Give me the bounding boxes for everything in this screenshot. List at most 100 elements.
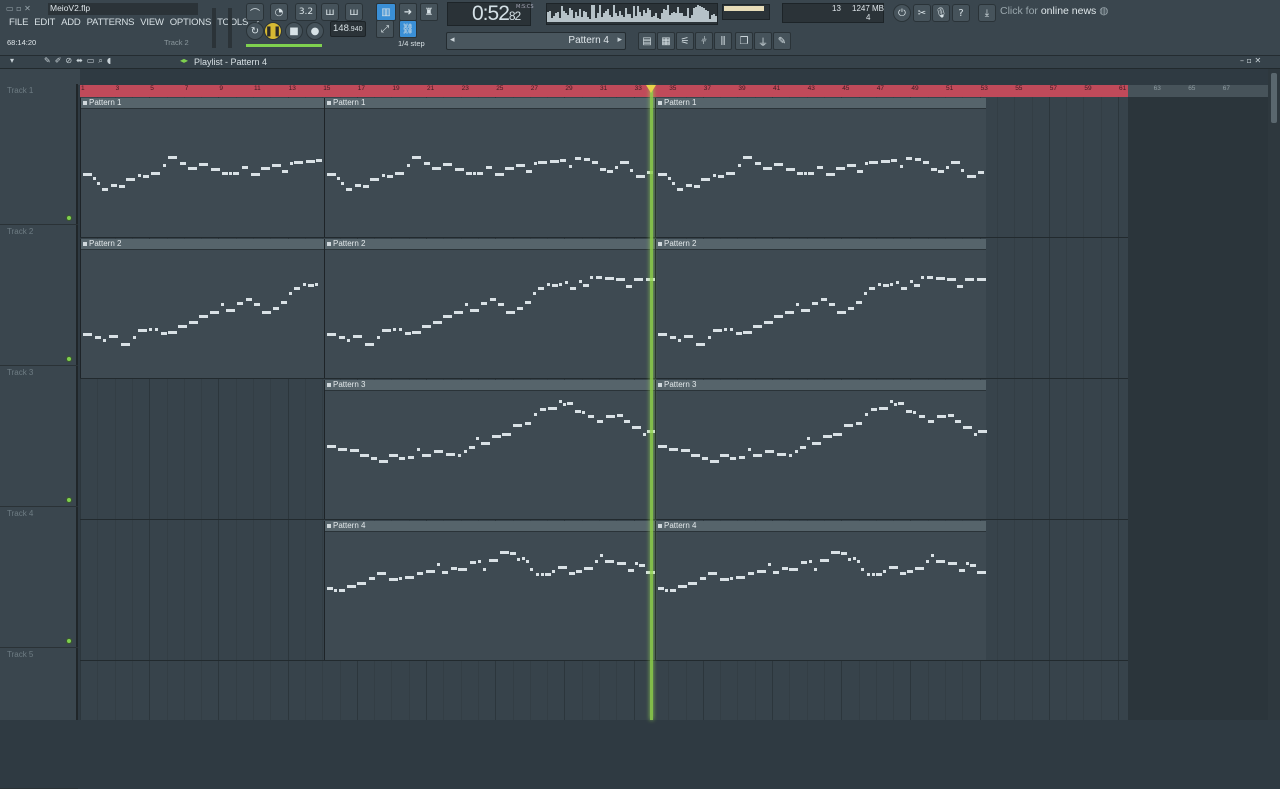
download-icon[interactable]: ⤓: [978, 4, 996, 22]
menu-edit[interactable]: EDIT: [31, 17, 58, 28]
clip-header[interactable]: Pattern 1: [656, 98, 986, 109]
plugin-picker-icon[interactable]: ⏚: [754, 32, 772, 50]
piano-roll-window-icon[interactable]: ▦: [657, 32, 675, 50]
window-buttons[interactable]: – ▫ ✕: [1240, 56, 1261, 65]
snap-icon[interactable]: ➜: [399, 3, 417, 21]
clip-menu-icon[interactable]: [658, 101, 662, 105]
vertical-scrollbar[interactable]: [1268, 69, 1280, 720]
cut-icon[interactable]: ✂: [913, 4, 931, 22]
track-header[interactable]: Track 2: [0, 225, 78, 366]
menu-add[interactable]: ADD: [58, 17, 83, 28]
clip-label: Pattern 1: [664, 98, 697, 107]
pattern-prev-icon[interactable]: ◂: [450, 35, 455, 45]
track-mute-led-icon[interactable]: [66, 638, 72, 644]
pattern-clip[interactable]: Pattern 2: [655, 239, 986, 378]
track-mute-led-icon[interactable]: [66, 356, 72, 362]
menu-file[interactable]: FILE: [6, 17, 31, 28]
clip-menu-icon[interactable]: [83, 101, 87, 105]
playlist-window-icon[interactable]: ▤: [638, 32, 656, 50]
pattern-clip[interactable]: Pattern 4: [324, 521, 655, 660]
clip-menu-icon[interactable]: [327, 383, 331, 387]
clip-menu-icon[interactable]: [658, 524, 662, 528]
channel-rack-icon[interactable]: ⚟: [676, 32, 694, 50]
track-mute-led-icon[interactable]: [66, 497, 72, 503]
power-icon[interactable]: ⏻: [893, 4, 911, 22]
metronome-icon[interactable]: ⌒: [246, 3, 264, 21]
clip-header[interactable]: Pattern 4: [325, 521, 655, 532]
master-pitch-bar[interactable]: [246, 44, 322, 47]
loop-record-icon[interactable]: ↻: [246, 22, 264, 40]
track-mute-led-icon[interactable]: [66, 215, 72, 221]
clip-header[interactable]: Pattern 3: [656, 380, 986, 391]
mixer-window-icon[interactable]: ⫩: [695, 32, 713, 50]
playlist-tools-icons[interactable]: ✎✐⊘⬌▭⌕◖: [44, 56, 115, 66]
pattern-clip[interactable]: Pattern 2: [324, 239, 655, 378]
scrollbar-thumb[interactable]: [1271, 73, 1277, 123]
clip-menu-icon[interactable]: [83, 242, 87, 246]
microphone-icon[interactable]: 🎙: [932, 4, 950, 22]
playlist-grid[interactable]: Pattern 1 Pattern 1 Pattern 1 Pattern 2 Patt…: [80, 97, 1268, 720]
pattern-selector[interactable]: ◂ Pattern 4 ▸: [446, 32, 626, 50]
pattern-next-icon[interactable]: ▸: [617, 35, 622, 45]
clip-header[interactable]: Pattern 4: [656, 521, 986, 532]
note: [957, 285, 963, 288]
clip-header[interactable]: Pattern 1: [81, 98, 324, 109]
menu-view[interactable]: VIEW: [137, 17, 166, 28]
playhead-marker-icon[interactable]: [646, 85, 656, 93]
menu-patterns[interactable]: PATTERNS: [84, 17, 138, 28]
playlist-arrow-icon[interactable]: ◂▸: [180, 56, 188, 65]
link-icon[interactable]: ⛓: [399, 20, 417, 38]
pattern-clip[interactable]: Pattern 1: [80, 98, 324, 237]
clip-header[interactable]: Pattern 2: [325, 239, 655, 250]
help-icon[interactable]: ?: [952, 4, 970, 22]
note: [837, 311, 846, 314]
pause-button[interactable]: ❚❚: [264, 22, 282, 40]
clip-header[interactable]: Pattern 2: [656, 239, 986, 250]
track-header[interactable]: Track 4: [0, 507, 78, 648]
note: [889, 566, 898, 569]
browser-window-icon[interactable]: ❐: [735, 32, 753, 50]
clip-menu-icon[interactable]: [327, 242, 331, 246]
clip-menu-icon[interactable]: [658, 383, 662, 387]
track-header[interactable]: Track 3: [0, 366, 78, 507]
pattern-mode-button[interactable]: 3.2: [295, 3, 317, 21]
pattern-clip[interactable]: Pattern 3: [324, 380, 656, 519]
pattern-clip[interactable]: Pattern 1: [655, 98, 986, 237]
touch-controller-icon[interactable]: ✎: [773, 32, 791, 50]
master-pitch-slider[interactable]: [228, 8, 232, 48]
stop-button[interactable]: ■: [285, 22, 303, 40]
pattern-clip[interactable]: Pattern 3: [655, 380, 987, 519]
pattern-clip[interactable]: Pattern 4: [655, 521, 986, 660]
step-edit-icon[interactable]: ш: [321, 3, 339, 21]
blend-notes-icon[interactable]: ♜: [420, 3, 438, 21]
pattern-clip[interactable]: Pattern 2: [80, 239, 324, 378]
channel-settings-icon[interactable]: ⫼: [714, 32, 732, 50]
clip-header[interactable]: Pattern 3: [325, 380, 655, 391]
note: [346, 188, 352, 191]
online-news-link[interactable]: Click for online news ◍: [1000, 5, 1108, 17]
timeline-ruler[interactable]: 1 3 5 7 9 11 13 15 17 19 21 23 25 27 29 31 33 35 37 39 41 43 4…: [80, 85, 1128, 97]
playlist-menu-icon[interactable]: ▾: [10, 56, 14, 65]
timeline-ruler-end[interactable]: 63 65 67: [1128, 85, 1268, 97]
master-volume-slider[interactable]: [212, 8, 216, 48]
menu-options[interactable]: OPTIONS: [167, 17, 214, 28]
clip-menu-icon[interactable]: [327, 524, 331, 528]
tempo-display[interactable]: 148.940: [330, 21, 366, 37]
note: [936, 560, 945, 563]
playhead[interactable]: [650, 85, 653, 720]
step-size-selector[interactable]: 1/4 step: [398, 39, 425, 48]
clip-menu-icon[interactable]: [327, 101, 331, 105]
pattern-clip[interactable]: Pattern 1: [324, 98, 655, 237]
clip-header[interactable]: Pattern 2: [81, 239, 324, 250]
wait-input-icon[interactable]: ◔: [270, 3, 288, 21]
track-header[interactable]: Track 1: [0, 84, 78, 225]
clip-menu-icon[interactable]: [658, 242, 662, 246]
magnet-icon[interactable]: ⤢: [376, 20, 394, 38]
note: [669, 448, 678, 451]
track-header[interactable]: Track 5: [0, 648, 78, 789]
typing-keyboard-icon[interactable]: ▥: [376, 3, 396, 21]
clip-header[interactable]: Pattern 1: [325, 98, 655, 109]
note: [458, 454, 461, 457]
overdub-icon[interactable]: ш: [345, 3, 363, 21]
record-button[interactable]: ●: [306, 22, 324, 40]
